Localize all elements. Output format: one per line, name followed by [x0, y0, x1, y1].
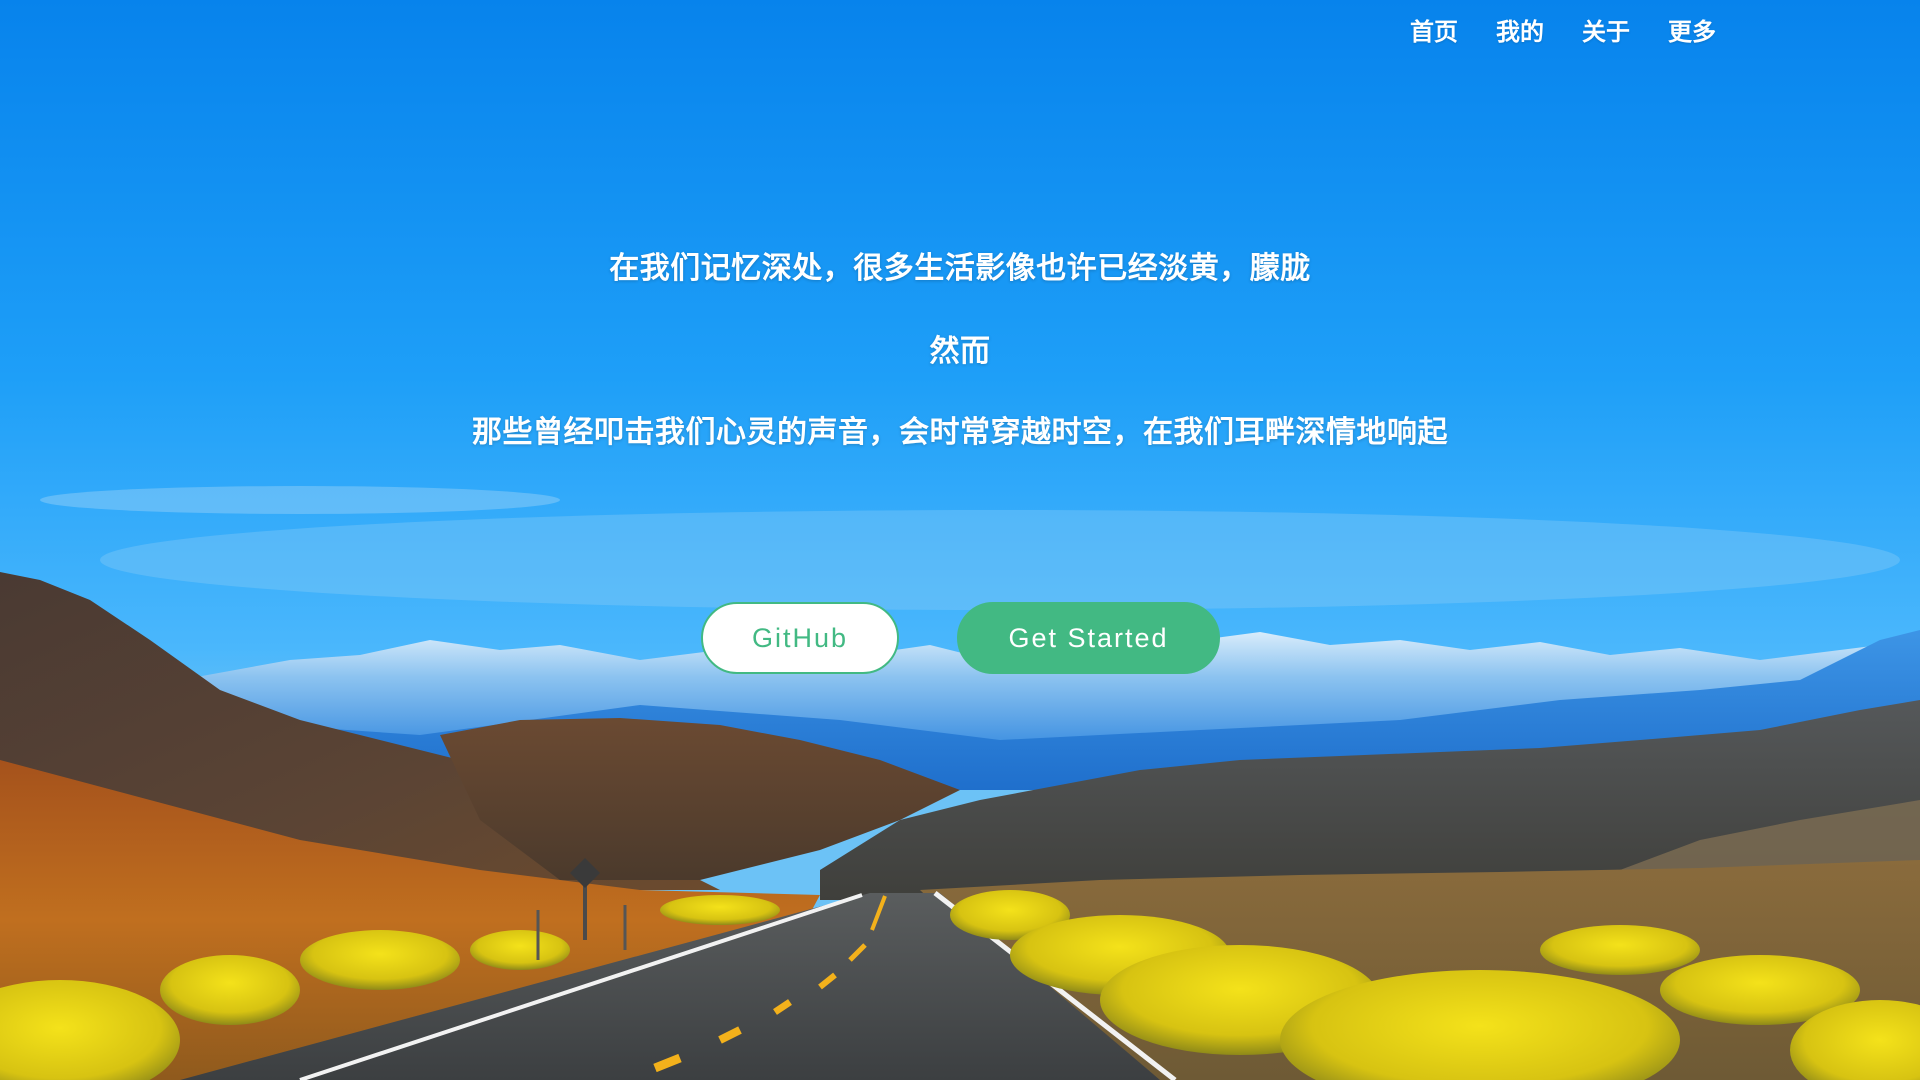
hero-line-2: 然而	[929, 334, 991, 369]
nav-home[interactable]: 首页	[1406, 10, 1462, 49]
landing-page: 首页 我的 关于 更多 在我们记忆深处，很多生活影像也许已经淡黄，朦胧 然而 那…	[0, 0, 1920, 1080]
background-landscape	[0, 0, 1920, 1080]
top-nav: 首页 我的 关于 更多	[1406, 10, 1720, 49]
hero-line-1: 在我们记忆深处，很多生活影像也许已经淡黄，朦胧	[609, 251, 1311, 286]
hero-line-3: 那些曾经叩击我们心灵的声音，会时常穿越时空，在我们耳畔深情地响起	[472, 415, 1448, 450]
get-started-button[interactable]: Get Started	[957, 602, 1220, 674]
nav-more[interactable]: 更多	[1664, 10, 1720, 49]
nav-mine[interactable]: 我的	[1492, 10, 1548, 49]
github-button[interactable]: GitHub	[701, 602, 899, 674]
nav-about[interactable]: 关于	[1578, 10, 1634, 49]
